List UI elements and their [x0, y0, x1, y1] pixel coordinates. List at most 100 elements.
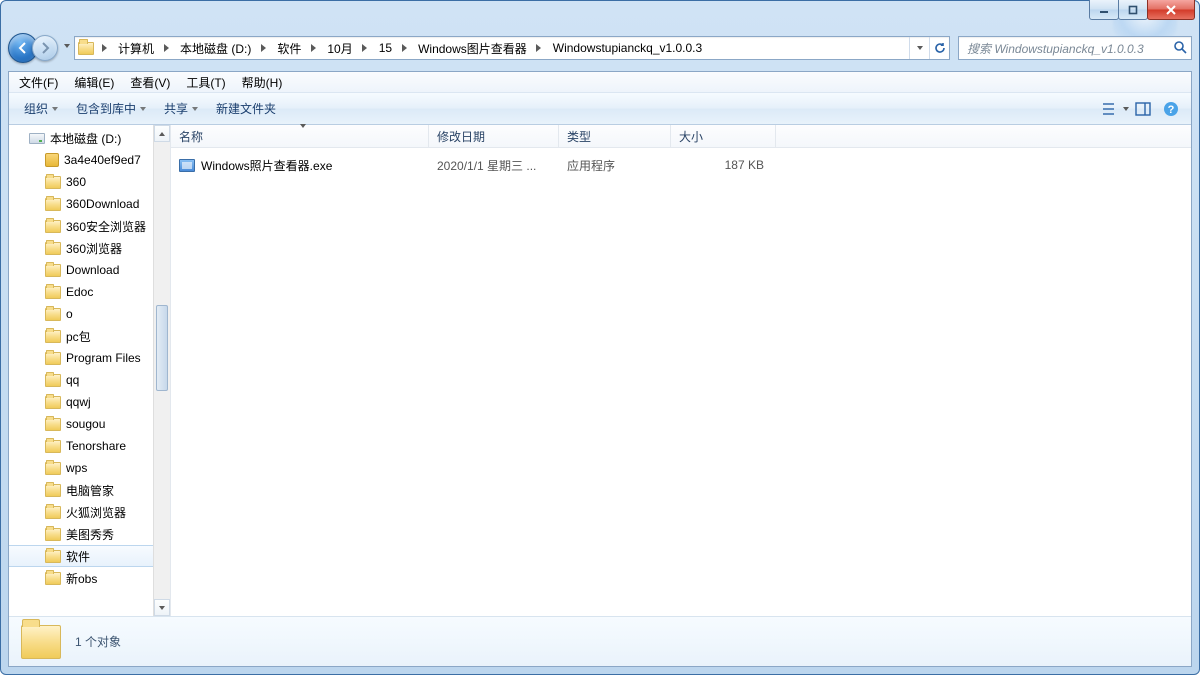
file-type: 应用程序 — [559, 157, 671, 174]
search-input[interactable]: 搜索 Windowstupianckq_v1.0.0.3 — [958, 36, 1192, 60]
tree-folder[interactable]: 电脑管家 — [9, 479, 170, 501]
file-list: Windows照片查看器.exe 2020/1/1 星期三 ... 应用程序 1… — [171, 148, 1191, 616]
tree-folder[interactable]: qqwj — [9, 391, 170, 413]
col-type[interactable]: 类型 — [559, 125, 671, 147]
menu-file[interactable]: 文件(F) — [11, 72, 66, 93]
navigation-pane: 本地磁盘 (D:) 3a4e40ef9ed7 360 360Download 3… — [9, 125, 171, 616]
chevron-right-icon[interactable] — [532, 37, 546, 59]
crumb-drive[interactable]: 本地磁盘 (D:) — [173, 37, 256, 59]
tree-label: 360 — [66, 175, 86, 189]
folder-icon — [45, 484, 61, 497]
body-split: 本地磁盘 (D:) 3a4e40ef9ed7 360 360Download 3… — [9, 125, 1191, 616]
status-text: 1 个对象 — [75, 633, 121, 650]
tree-folder[interactable]: 新obs — [9, 567, 170, 589]
tree-folder[interactable]: 美图秀秀 — [9, 523, 170, 545]
address-dropdown[interactable] — [909, 37, 929, 59]
forward-button[interactable] — [32, 35, 58, 61]
col-name[interactable]: 名称 — [171, 125, 429, 147]
crumb-soft[interactable]: 软件 — [270, 37, 306, 59]
menu-help[interactable]: 帮助(H) — [234, 72, 291, 93]
tree-label: 3a4e40ef9ed7 — [64, 153, 141, 167]
folder-icon — [45, 550, 61, 563]
share-button[interactable]: 共享 — [155, 97, 207, 120]
close-button[interactable] — [1147, 0, 1195, 20]
folder-icon — [21, 625, 61, 659]
application-icon — [179, 159, 195, 172]
chevron-right-icon[interactable] — [159, 37, 173, 59]
menu-view[interactable]: 查看(V) — [122, 72, 178, 93]
tree-folder[interactable]: Tenorshare — [9, 435, 170, 457]
list-item[interactable]: Windows照片查看器.exe 2020/1/1 星期三 ... 应用程序 1… — [171, 154, 1191, 176]
scroll-down-icon[interactable] — [154, 599, 170, 616]
address-bar[interactable]: 计算机 本地磁盘 (D:) 软件 10月 15 Windows图片查看器 Win… — [74, 36, 950, 60]
svg-text:?: ? — [1168, 104, 1175, 116]
tree-drive[interactable]: 本地磁盘 (D:) — [9, 127, 170, 149]
menu-edit[interactable]: 编辑(E) — [66, 72, 122, 93]
folder-icon — [45, 396, 61, 409]
organize-button[interactable]: 组织 — [15, 97, 67, 120]
menu-tools[interactable]: 工具(T) — [178, 72, 233, 93]
tree-folder[interactable]: 360Download — [9, 193, 170, 215]
folder-icon — [45, 220, 61, 233]
crumb-day[interactable]: 15 — [372, 37, 397, 59]
file-name: Windows照片查看器.exe — [201, 157, 332, 174]
help-button[interactable]: ? — [1157, 93, 1185, 124]
chevron-right-icon[interactable] — [256, 37, 270, 59]
tree-folder[interactable]: Download — [9, 259, 170, 281]
tree-label: Tenorshare — [66, 439, 126, 453]
tree-folder[interactable]: 3a4e40ef9ed7 — [9, 149, 170, 171]
chevron-down-icon — [140, 107, 146, 111]
tree-folder[interactable]: 360安全浏览器 — [9, 215, 170, 237]
nav-scrollbar[interactable] — [153, 125, 170, 616]
tree-folder[interactable]: 360 — [9, 171, 170, 193]
col-date[interactable]: 修改日期 — [429, 125, 559, 147]
chevron-right-icon[interactable] — [306, 37, 320, 59]
include-library-button[interactable]: 包含到库中 — [67, 97, 155, 120]
col-name-label: 名称 — [179, 128, 203, 145]
tree-folder[interactable]: Program Files — [9, 347, 170, 369]
crumb-version[interactable]: Windowstupianckq_v1.0.0.3 — [546, 37, 707, 59]
tree-label: 软件 — [66, 548, 90, 565]
minimize-button[interactable] — [1089, 0, 1119, 20]
window-controls — [1090, 0, 1195, 20]
tree-folder[interactable]: sougou — [9, 413, 170, 435]
sort-asc-icon — [300, 124, 306, 128]
tree-label: 360Download — [66, 197, 139, 211]
refresh-button[interactable] — [929, 37, 949, 59]
preview-pane-button[interactable] — [1129, 93, 1157, 124]
tree-folder[interactable]: 火狐浏览器 — [9, 501, 170, 523]
folder-icon — [45, 440, 61, 453]
tree-folder[interactable]: qq — [9, 369, 170, 391]
chevron-right-icon[interactable] — [397, 37, 411, 59]
tree-folder-selected[interactable]: 软件 — [9, 545, 170, 567]
column-headers: 名称 修改日期 类型 大小 — [171, 125, 1191, 148]
explorer-window: 计算机 本地磁盘 (D:) 软件 10月 15 Windows图片查看器 Win… — [0, 0, 1200, 675]
command-bar: 组织 包含到库中 共享 新建文件夹 ? — [9, 93, 1191, 125]
maximize-button[interactable] — [1118, 0, 1148, 20]
view-mode-button[interactable] — [1101, 93, 1129, 124]
tree-label: 360安全浏览器 — [66, 218, 146, 235]
tree-label: 美图秀秀 — [66, 526, 114, 543]
scroll-thumb[interactable] — [156, 305, 168, 391]
new-folder-button[interactable]: 新建文件夹 — [207, 97, 285, 120]
tree-folder[interactable]: wps — [9, 457, 170, 479]
tree-label: Program Files — [66, 351, 141, 365]
chevron-right-icon[interactable] — [97, 37, 111, 59]
folder-icon — [45, 176, 61, 189]
tree-label: Download — [66, 263, 119, 277]
crumb-app[interactable]: Windows图片查看器 — [411, 37, 532, 59]
breadcrumb: 计算机 本地磁盘 (D:) 软件 10月 15 Windows图片查看器 Win… — [97, 37, 707, 59]
crumb-computer[interactable]: 计算机 — [111, 37, 159, 59]
chevron-right-icon[interactable] — [358, 37, 372, 59]
history-dropdown[interactable] — [60, 39, 74, 53]
tree-folder[interactable]: 360浏览器 — [9, 237, 170, 259]
scroll-up-icon[interactable] — [154, 125, 170, 142]
tree-folder[interactable]: Edoc — [9, 281, 170, 303]
crumb-month[interactable]: 10月 — [320, 37, 357, 59]
tree-folder[interactable]: pc包 — [9, 325, 170, 347]
tree-folder[interactable]: o — [9, 303, 170, 325]
chevron-down-icon — [192, 107, 198, 111]
tree-label: 火狐浏览器 — [66, 504, 126, 521]
col-size[interactable]: 大小 — [671, 125, 776, 147]
share-label: 共享 — [164, 100, 188, 117]
